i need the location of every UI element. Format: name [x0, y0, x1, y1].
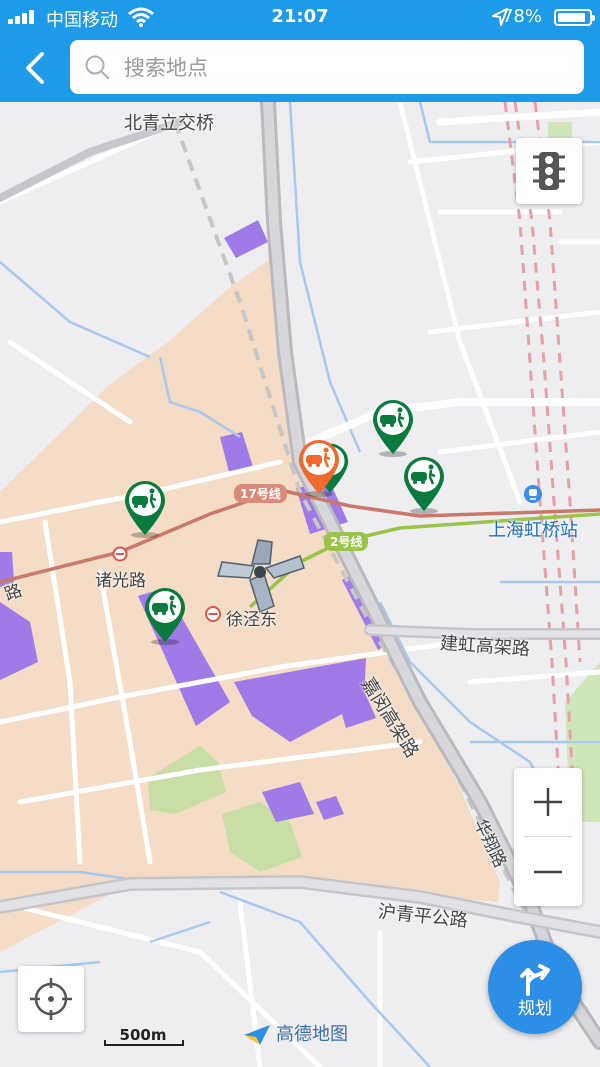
taxi-pedestrian-pin-orange[interactable]: [297, 438, 341, 500]
traffic-light-icon: [533, 152, 565, 190]
locate-me-button[interactable]: [18, 966, 84, 1032]
scale-ruler: [104, 1040, 184, 1046]
amap-logo-icon: [244, 1025, 270, 1045]
status-bar: 中国移动 21:07 78%: [0, 0, 600, 34]
chevron-left-icon: [26, 52, 44, 84]
railway-station-icon: [524, 485, 542, 503]
back-button[interactable]: [16, 46, 56, 90]
metro-station-icon: [205, 606, 221, 622]
metro-line-17-badge: 17号线: [234, 484, 287, 503]
plus-icon: [534, 788, 562, 816]
amap-brand-text: 高德地图: [276, 1024, 348, 1045]
zoom-in-button[interactable]: [514, 768, 582, 836]
map-label-xujing: 徐泾东: [226, 610, 277, 630]
crosshair-icon: [30, 978, 72, 1020]
search-icon: [85, 55, 110, 80]
metro-station-icon: [112, 546, 128, 562]
taxi-pedestrian-pin[interactable]: [371, 398, 415, 460]
amap-logo: 高德地图: [242, 1020, 348, 1047]
minus-icon: [534, 870, 562, 874]
battery-percent: 78%: [501, 6, 542, 27]
map-canvas: [0, 102, 600, 1067]
map-label-bridge: 北青立交桥: [124, 113, 214, 134]
taxi-pedestrian-pin[interactable]: [123, 479, 167, 541]
taxi-pedestrian-pin[interactable]: [402, 455, 446, 517]
zoom-out-button[interactable]: [514, 838, 582, 906]
map-label-zhuguang: 诸光路: [95, 571, 146, 591]
route-plan-label: 规划: [518, 999, 552, 1019]
route-arrow-icon: [520, 964, 550, 996]
scale-bar: 500m: [104, 1026, 184, 1048]
search-box[interactable]: [70, 40, 584, 94]
battery-icon: [554, 9, 595, 26]
top-navbar: [0, 34, 600, 102]
zoom-control: [514, 768, 582, 906]
map-label-station: 上海虹桥站: [488, 520, 578, 541]
traffic-toggle-button[interactable]: [516, 138, 582, 204]
search-input[interactable]: [122, 48, 566, 88]
metro-line-2-badge: 2号线: [324, 532, 369, 551]
route-plan-button[interactable]: 规划: [488, 940, 582, 1034]
taxi-pedestrian-pin[interactable]: [143, 586, 187, 648]
zoom-divider: [524, 836, 572, 837]
map-view[interactable]: 北青立交桥 上海虹桥站 诸光路 徐泾东 建虹高架路 嘉闵高架路 沪青平公路 路 …: [0, 102, 600, 1067]
